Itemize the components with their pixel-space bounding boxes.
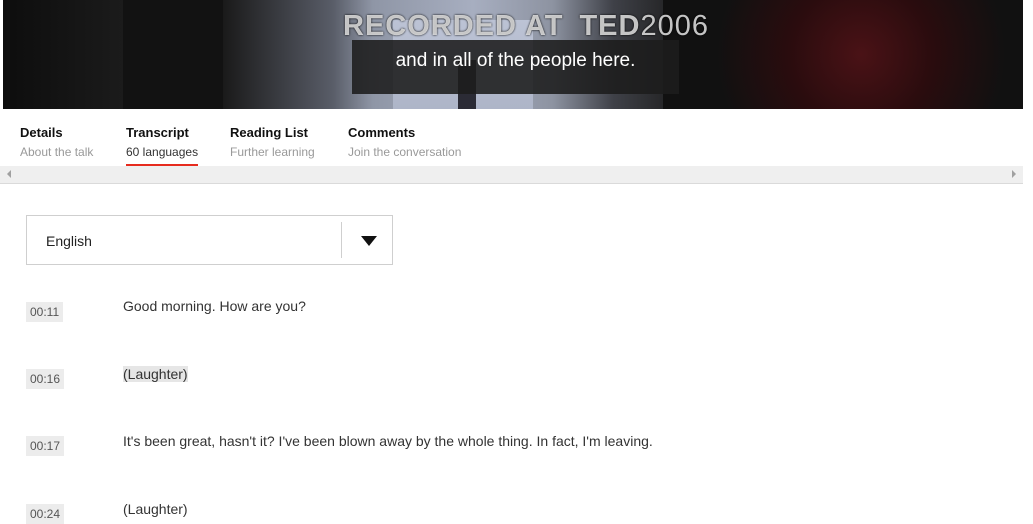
video-frame-left [3,0,123,109]
recorded-at-watermark: RECORDED AT TED2006 [343,10,709,43]
video-player[interactable]: RECORDED AT TED2006 and in all of the peo… [3,0,1023,109]
scroll-left-arrow-icon[interactable] [7,170,11,178]
watermark-recorded: RECORDED AT [343,10,564,42]
transcript-text[interactable]: Good morning. How are you? [123,298,306,314]
tab-title: Comments [348,125,416,140]
transcript-timestamp[interactable]: 00:17 [26,436,65,456]
tab-subtitle: Join the conversation [348,145,462,159]
tab-subtitle: 60 languages [126,145,199,159]
tab-reading-list[interactable]: Reading List Further learning [230,125,315,159]
tab-details[interactable]: Details About the talk [20,125,93,159]
caret-down-icon[interactable] [361,236,377,246]
page-vertical-scrollbar[interactable] [1023,109,1033,521]
transcript-text[interactable]: (Laughter) [123,366,188,382]
tab-transcript[interactable]: Transcript 60 languages [126,125,199,166]
tab-subtitle: About the talk [20,145,94,159]
watermark-brand: TED [579,10,641,42]
tab-title: Transcript [126,125,189,140]
tabs-horizontal-scrollbar[interactable] [0,166,1023,184]
select-divider [341,222,342,258]
language-select-value: English [46,233,92,249]
language-select[interactable]: English [26,215,393,265]
transcript-text[interactable]: (Laughter) [123,501,188,517]
tab-title: Details [20,125,63,140]
transcript-timestamp[interactable]: 00:11 [26,302,64,322]
subtitle-box: and in all of the people here. [352,40,679,94]
watermark-year: 2006 [640,10,709,42]
video-stage-light [663,0,1023,109]
tab-subtitle: Further learning [230,145,315,159]
tab-title: Reading List [230,125,309,140]
talk-tabs: Details About the talk Transcript 60 lan… [0,109,1023,166]
transcript-timestamp[interactable]: 00:24 [26,504,65,524]
subtitle-text: and in all of the people here. [395,50,636,71]
tab-comments[interactable]: Comments Join the conversation [348,125,461,159]
transcript-timestamp[interactable]: 00:16 [26,369,65,389]
transcript-text[interactable]: It's been great, hasn't it? I've been bl… [123,433,653,449]
scroll-right-arrow-icon[interactable] [1012,170,1016,178]
